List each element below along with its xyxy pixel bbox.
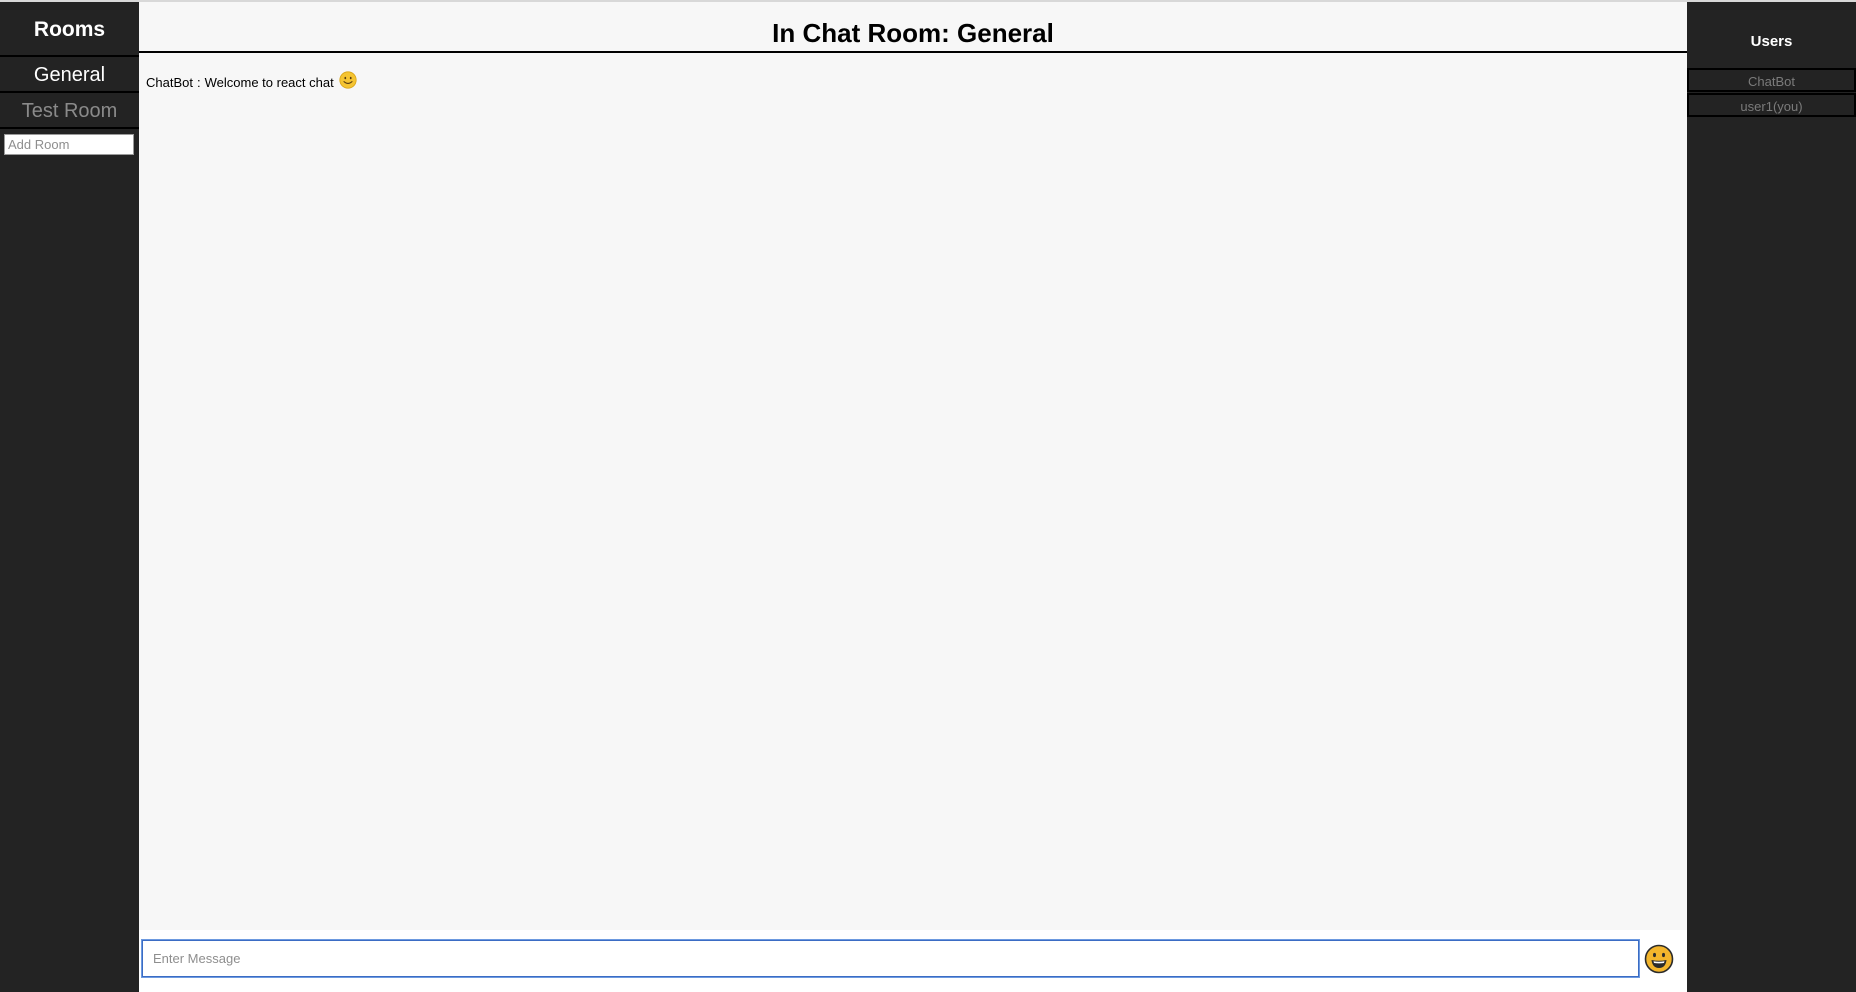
message-list: ChatBot : Welcome to react chat [139, 53, 1687, 111]
message-separator: : [196, 75, 201, 90]
message-author: ChatBot [146, 75, 193, 90]
room-item-general[interactable]: General [0, 58, 139, 93]
message-composer [139, 930, 1687, 992]
message-text: Welcome to react chat [204, 75, 334, 90]
user-item-user1[interactable]: user1(you) [1687, 93, 1856, 117]
room-item-test-room[interactable]: Test Room [0, 94, 139, 129]
user-item-chatbot[interactable]: ChatBot [1687, 68, 1856, 92]
message-input[interactable] [141, 939, 1640, 978]
rooms-sidebar: Rooms General Test Room [0, 2, 139, 992]
users-sidebar: Users ChatBot user1(you) [1687, 2, 1856, 992]
chat-room-title: In Chat Room: General [139, 2, 1687, 53]
chat-main: In Chat Room: General ChatBot : Welcome … [139, 2, 1687, 992]
message-item: ChatBot : Welcome to react chat [146, 71, 1680, 91]
slightly-smiling-face-icon [339, 71, 357, 89]
grinning-face-icon [1644, 944, 1674, 974]
users-title: Users [1750, 33, 1793, 50]
emoji-picker-button[interactable] [1644, 944, 1674, 974]
add-room-input[interactable] [4, 134, 134, 155]
chat-app: Rooms General Test Room In Chat Room: Ge… [0, 0, 1856, 992]
rooms-title: Rooms [0, 2, 139, 57]
